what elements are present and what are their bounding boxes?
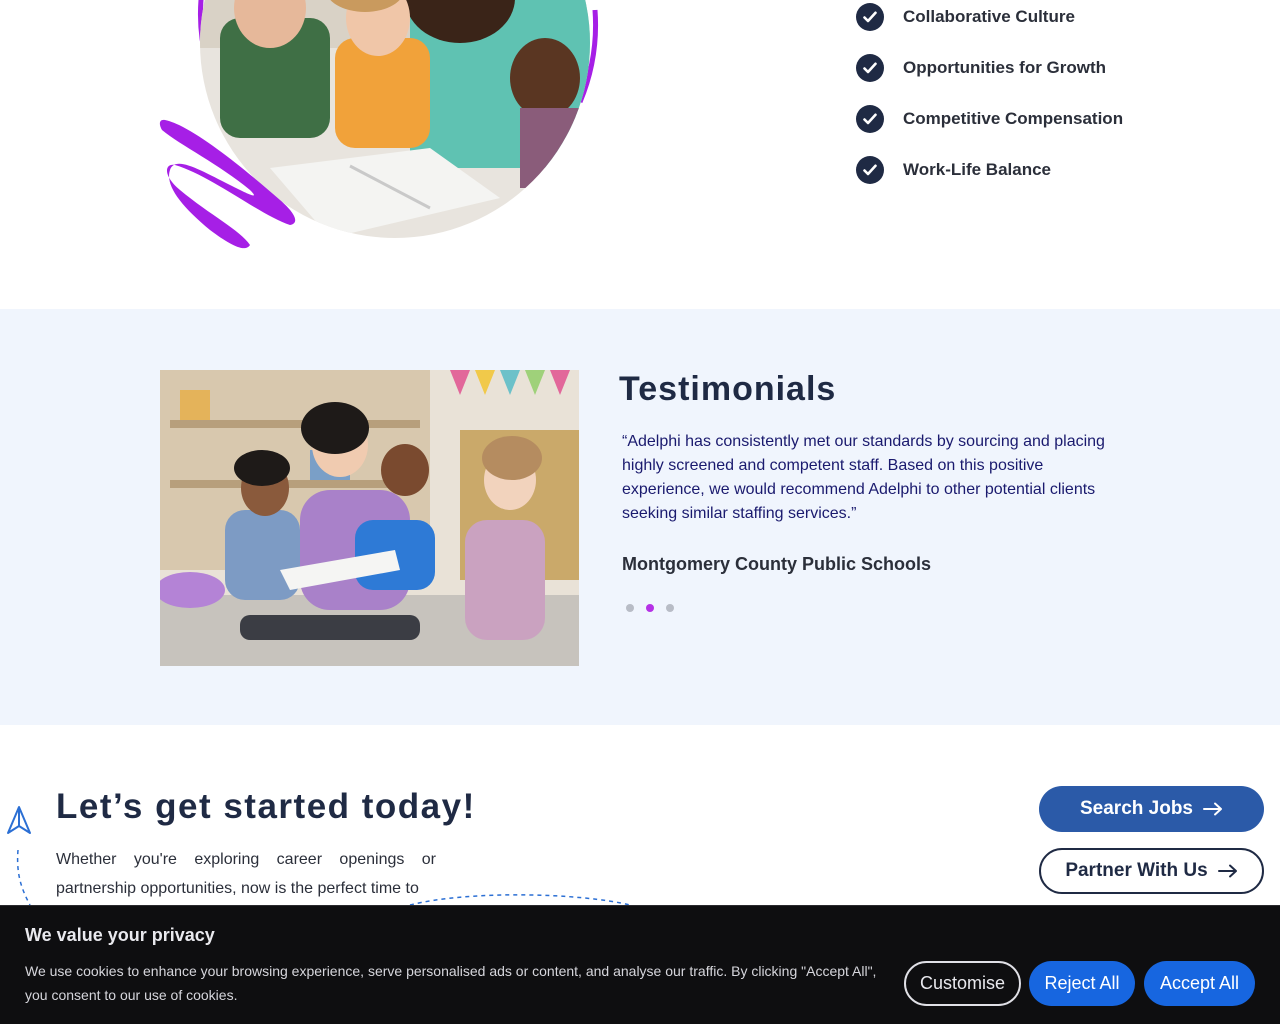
benefit-item: Competitive Compensation [856,105,1123,133]
search-jobs-button[interactable]: Search Jobs [1039,786,1264,832]
get-started-description: Whether you're exploring career openings… [56,851,436,897]
checkmark-icon [856,105,884,133]
cookie-consent-banner: We value your privacy We use cookies to … [0,905,1280,1024]
carousel-dot-2[interactable] [646,604,654,612]
customise-button[interactable]: Customise [904,961,1021,1006]
page: Collaborative Culture Opportunities for … [0,0,1280,1024]
cookie-banner-title: We value your privacy [25,925,215,945]
partner-with-us-button[interactable]: Partner With Us [1039,848,1264,894]
reject-all-button[interactable]: Reject All [1029,961,1135,1006]
testimonials-section: Testimonials “Adelphi has consistently m… [0,309,1280,725]
benefit-item: Opportunities for Growth [856,54,1106,82]
paper-plane-icon [7,806,31,834]
benefit-label: Competitive Compensation [903,109,1124,128]
cookie-banner-text: We use cookies to enhance your browsing … [25,963,877,1003]
benefit-item: Collaborative Culture [856,3,1075,31]
accept-all-button[interactable]: Accept All [1144,961,1255,1006]
checkmark-icon [856,54,884,82]
decorative-purple-squiggle [159,119,296,249]
benefit-label: Work-Life Balance [903,160,1052,179]
benefit-item: Work-Life Balance [856,156,1051,184]
checkmark-icon [856,156,884,184]
arrow-right-icon [1203,802,1223,816]
carousel-dots [626,604,674,612]
benefit-label: Collaborative Culture [903,7,1075,26]
testimonial-quote: “Adelphi has consistently met our standa… [622,433,1105,522]
arrow-right-icon [1217,864,1238,878]
benefit-label: Opportunities for Growth [903,58,1107,77]
partner-with-us-label: Partner With Us [1065,860,1208,881]
benefits-section: Collaborative Culture Opportunities for … [0,0,1280,309]
carousel-dot-1[interactable] [626,604,634,612]
teacher-reading-to-children-photo [160,370,579,666]
checkmark-icon [856,3,884,31]
testimonial-author: Montgomery County Public Schools [622,554,932,574]
carousel-dot-3[interactable] [666,604,674,612]
search-jobs-label: Search Jobs [1080,798,1193,819]
get-started-title: Let’s get started today! [56,787,476,826]
testimonials-title: Testimonials [619,370,837,408]
